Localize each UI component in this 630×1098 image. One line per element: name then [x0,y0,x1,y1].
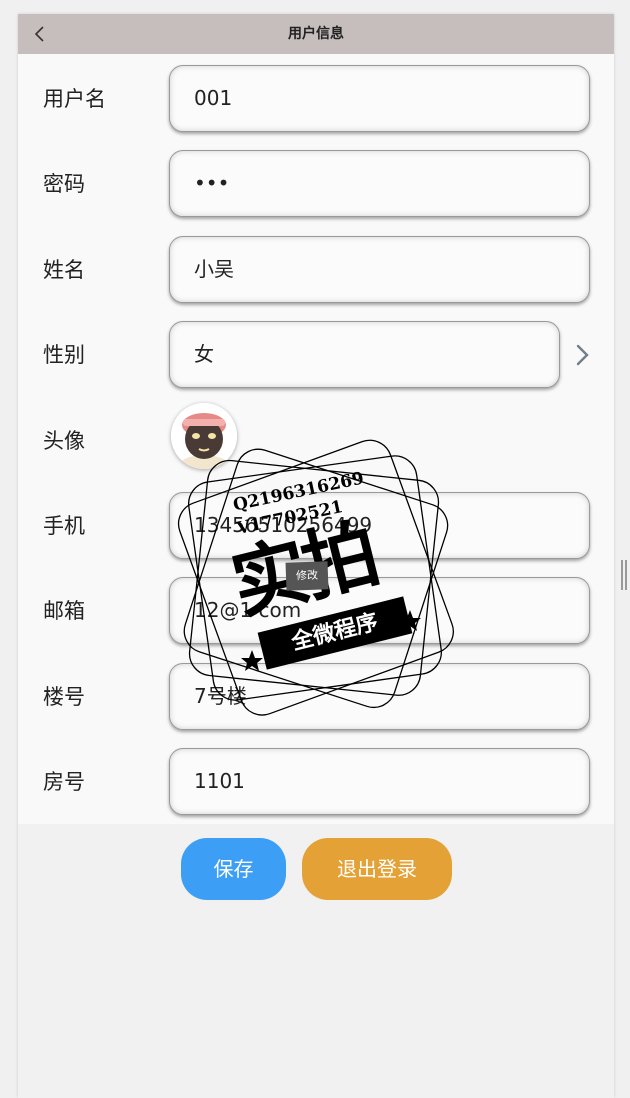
avatar-image [171,403,237,469]
name-label: 姓名 [43,258,85,282]
save-button[interactable]: 保存 [181,838,286,900]
phone-input[interactable]: 13456510256499 [169,492,590,559]
logout-button[interactable]: 退出登录 [302,838,452,900]
username-label: 用户名 [43,87,106,111]
navigation-bar: 用户信息 [18,14,614,54]
building-input[interactable]: 7号楼 [169,663,590,730]
row-email: 邮箱 12@1 com [18,576,614,646]
row-phone: 手机 13456510256499 [18,491,614,561]
row-room: 房号 1101 [18,747,614,817]
button-area: 保存 退出登录 [18,824,614,1098]
row-avatar: 头像 [18,403,614,476]
avatar-label: 头像 [43,429,85,453]
app-frame: 用户信息 用户名 001 密码 ••• 姓名 小吴 性别 女 头像 手机 134… [18,14,614,1098]
scrollbar-handle[interactable] [621,560,627,590]
row-password: 密码 ••• [18,149,614,219]
row-building: 楼号 7号楼 [18,662,614,732]
building-label: 楼号 [43,685,85,709]
chevron-right-icon[interactable] [571,342,595,368]
row-name: 姓名 小吴 [18,235,614,305]
username-input[interactable]: 001 [169,65,590,132]
email-label: 邮箱 [43,599,85,623]
avatar[interactable] [171,403,237,469]
password-input[interactable]: ••• [169,150,590,217]
room-input[interactable]: 1101 [169,748,590,815]
page-title: 用户信息 [288,26,344,42]
name-input[interactable]: 小吴 [169,236,590,303]
gender-picker[interactable]: 女 [169,321,560,388]
email-input[interactable]: 12@1 com [169,577,590,644]
row-gender: 性别 女 [18,320,614,390]
room-label: 房号 [43,770,85,794]
user-info-form: 用户名 001 密码 ••• 姓名 小吴 性别 女 头像 手机 13456510… [18,54,614,824]
password-label: 密码 [43,172,85,196]
gender-label: 性别 [43,343,85,367]
row-username: 用户名 001 [18,64,614,134]
phone-label: 手机 [43,514,85,538]
